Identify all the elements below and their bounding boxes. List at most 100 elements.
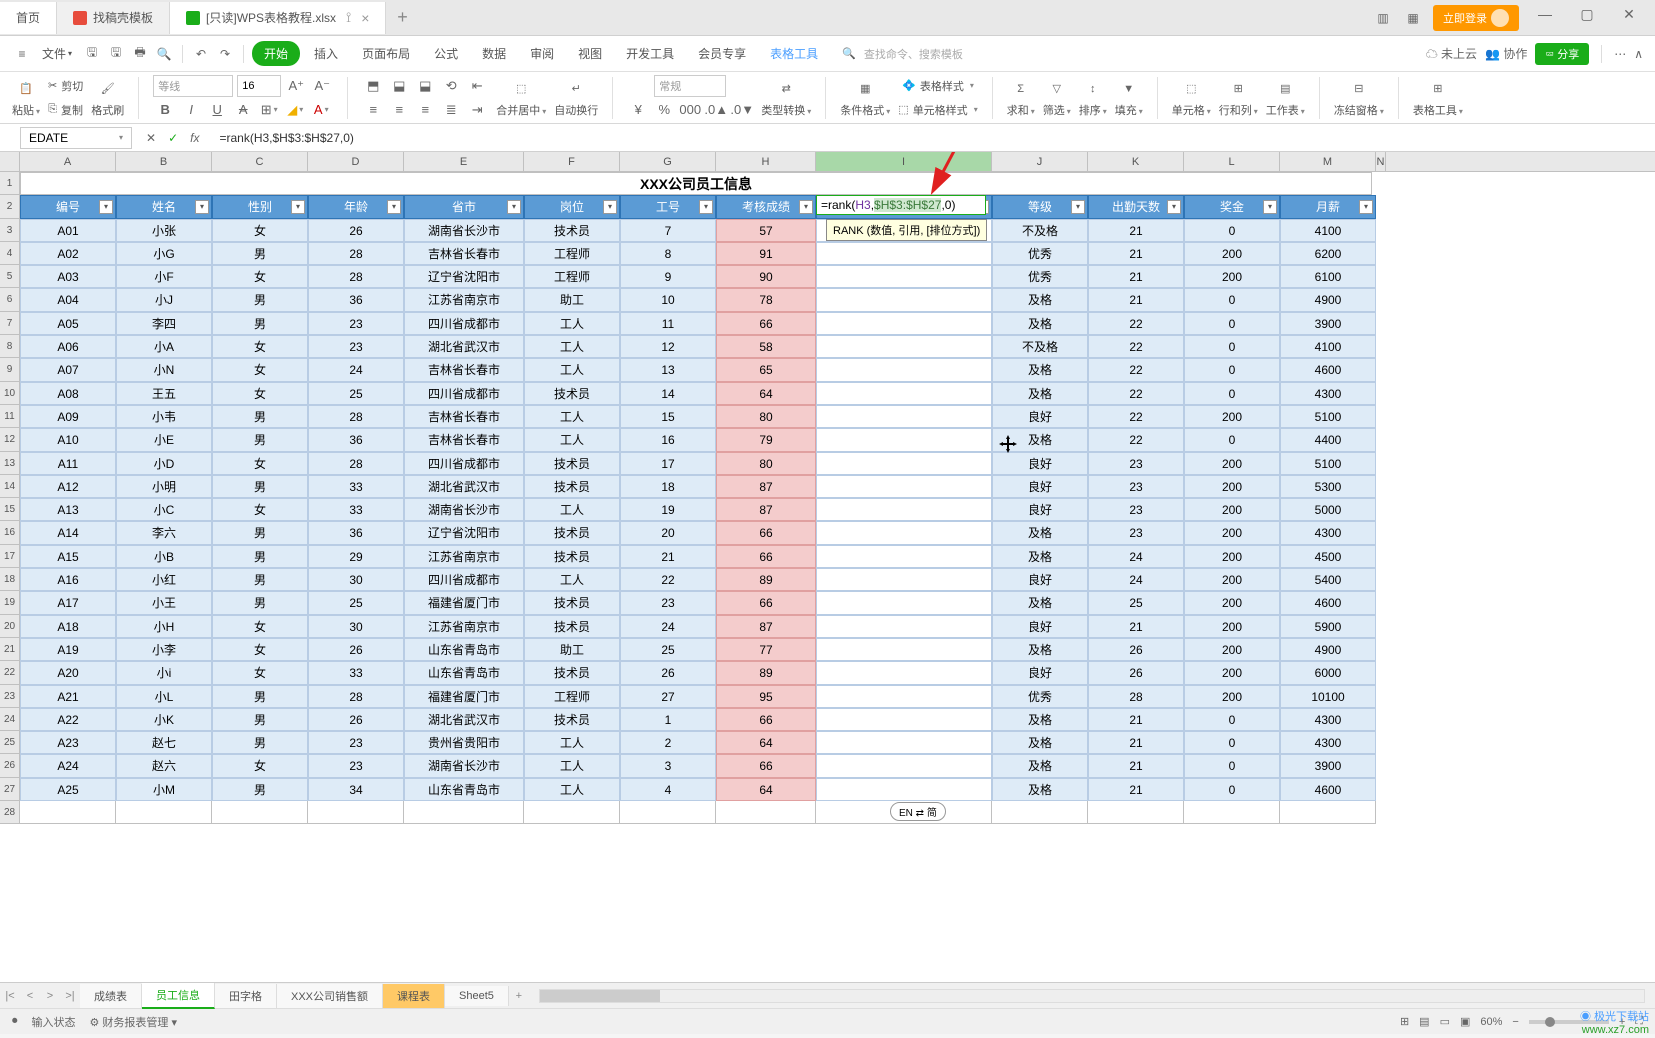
cell[interactable]: 贵州省贵阳市 [404, 731, 524, 754]
fillcolor-button[interactable]: ◢ [284, 99, 306, 121]
cell[interactable]: 3900 [1280, 312, 1376, 335]
cell[interactable]: 吉林省长春市 [404, 358, 524, 381]
name-box[interactable]: EDATE▾ [20, 127, 132, 149]
cell[interactable] [816, 708, 992, 731]
cell[interactable]: 男 [212, 242, 308, 265]
cell[interactable]: 21 [1088, 615, 1184, 638]
cell[interactable]: 5100 [1280, 452, 1376, 475]
cell[interactable]: 200 [1184, 591, 1280, 614]
cell[interactable]: 26 [308, 638, 404, 661]
zoom-value[interactable]: 60% [1480, 1016, 1502, 1028]
cell[interactable]: 良好 [992, 568, 1088, 591]
cell[interactable]: 80 [716, 405, 816, 428]
cell[interactable]: 0 [1184, 219, 1280, 242]
cell[interactable]: 17 [620, 452, 716, 475]
wrap-button[interactable]: ↵自动换行 [554, 78, 598, 118]
justify-icon[interactable]: ≣ [440, 99, 462, 121]
more-icon[interactable]: ⋯ [1614, 47, 1626, 61]
sum-button[interactable]: Σ求和 [1007, 78, 1035, 118]
template-manage[interactable]: ⚙ 财务报表管理 ▾ [90, 1014, 178, 1030]
worksheet-button[interactable]: ▤工作表 [1266, 78, 1305, 118]
hamburger-icon[interactable]: ≡ [12, 44, 32, 64]
cell[interactable] [816, 452, 992, 475]
cell[interactable]: 工人 [524, 731, 620, 754]
sheet-nav-last[interactable]: >| [60, 990, 80, 1002]
filter-icon[interactable]: ▾ [195, 200, 209, 214]
h-scrollbar[interactable] [539, 989, 1645, 1003]
cell[interactable]: 8 [620, 242, 716, 265]
currency-icon[interactable]: ¥ [627, 99, 649, 121]
cell[interactable] [816, 638, 992, 661]
cell[interactable]: 江苏省南京市 [404, 545, 524, 568]
cell[interactable]: 33 [308, 661, 404, 684]
cell[interactable]: 良好 [992, 452, 1088, 475]
cell[interactable]: 6100 [1280, 265, 1376, 288]
sheet-tab[interactable]: 成绩表 [80, 984, 142, 1008]
size-select[interactable] [237, 75, 281, 97]
cell[interactable]: 66 [716, 545, 816, 568]
cell[interactable]: 24 [308, 358, 404, 381]
cell[interactable]: 21 [1088, 242, 1184, 265]
cell[interactable]: 技术员 [524, 475, 620, 498]
cell[interactable]: 工人 [524, 568, 620, 591]
cell[interactable]: 64 [716, 382, 816, 405]
login-button[interactable]: 立即登录 [1433, 5, 1519, 31]
cell[interactable]: 24 [1088, 568, 1184, 591]
apps-icon[interactable]: ▦ [1403, 8, 1423, 28]
col-header[interactable]: K [1088, 152, 1184, 171]
cell[interactable]: 技术员 [524, 219, 620, 242]
filter-icon[interactable]: ▾ [1263, 200, 1277, 214]
cell[interactable] [816, 382, 992, 405]
cell[interactable]: 66 [716, 708, 816, 731]
accept-formula-icon[interactable]: ✓ [168, 131, 178, 145]
sheet-nav-prev[interactable]: < [20, 990, 40, 1002]
cell[interactable]: 及格 [992, 591, 1088, 614]
cell[interactable]: 66 [716, 521, 816, 544]
cell[interactable] [816, 521, 992, 544]
cell[interactable] [816, 428, 992, 451]
cell[interactable]: 79 [716, 428, 816, 451]
cell[interactable] [816, 312, 992, 335]
cell[interactable]: 28 [308, 405, 404, 428]
cell[interactable]: 小明 [116, 475, 212, 498]
cell[interactable]: 30 [308, 568, 404, 591]
cell[interactable]: 0 [1184, 382, 1280, 405]
cell[interactable]: 女 [212, 661, 308, 684]
cell[interactable]: 19 [620, 498, 716, 521]
cell[interactable]: 技术员 [524, 708, 620, 731]
cell[interactable]: 优秀 [992, 265, 1088, 288]
table-header[interactable]: 月薪▾ [1280, 195, 1376, 218]
indent-dec-icon[interactable]: ⇤ [466, 75, 488, 97]
sheet-tab[interactable]: 田字格 [215, 984, 277, 1008]
cell[interactable]: 工人 [524, 358, 620, 381]
cell[interactable]: 3900 [1280, 754, 1376, 777]
cell[interactable]: 9 [620, 265, 716, 288]
cell[interactable]: 男 [212, 288, 308, 311]
cell[interactable]: 女 [212, 358, 308, 381]
cell[interactable]: 200 [1184, 405, 1280, 428]
cell[interactable]: 工程师 [524, 242, 620, 265]
filter-icon[interactable]: ▾ [291, 200, 305, 214]
tab-start[interactable]: 开始 [252, 41, 300, 66]
paste-button[interactable]: 📋粘贴 [12, 78, 40, 118]
cell[interactable]: 57 [716, 219, 816, 242]
redo-icon[interactable]: ↷ [215, 44, 235, 64]
cell[interactable]: 4600 [1280, 358, 1376, 381]
font-select[interactable] [153, 75, 233, 97]
cell[interactable]: A21 [20, 685, 116, 708]
cell[interactable]: 0 [1184, 312, 1280, 335]
cell[interactable]: 23 [620, 591, 716, 614]
cell[interactable]: 0 [1184, 778, 1280, 801]
zoom-out-button[interactable]: − [1512, 1016, 1518, 1028]
cell[interactable]: 20 [620, 521, 716, 544]
cell[interactable]: 良好 [992, 498, 1088, 521]
cell[interactable]: 25 [620, 638, 716, 661]
table-header[interactable]: 岗位▾ [524, 195, 620, 218]
cell[interactable]: 30 [308, 615, 404, 638]
cell[interactable]: 4500 [1280, 545, 1376, 568]
cell[interactable]: 25 [1088, 591, 1184, 614]
cell[interactable]: A24 [20, 754, 116, 777]
cell[interactable] [308, 801, 404, 824]
cell[interactable] [816, 335, 992, 358]
cell[interactable]: 小B [116, 545, 212, 568]
